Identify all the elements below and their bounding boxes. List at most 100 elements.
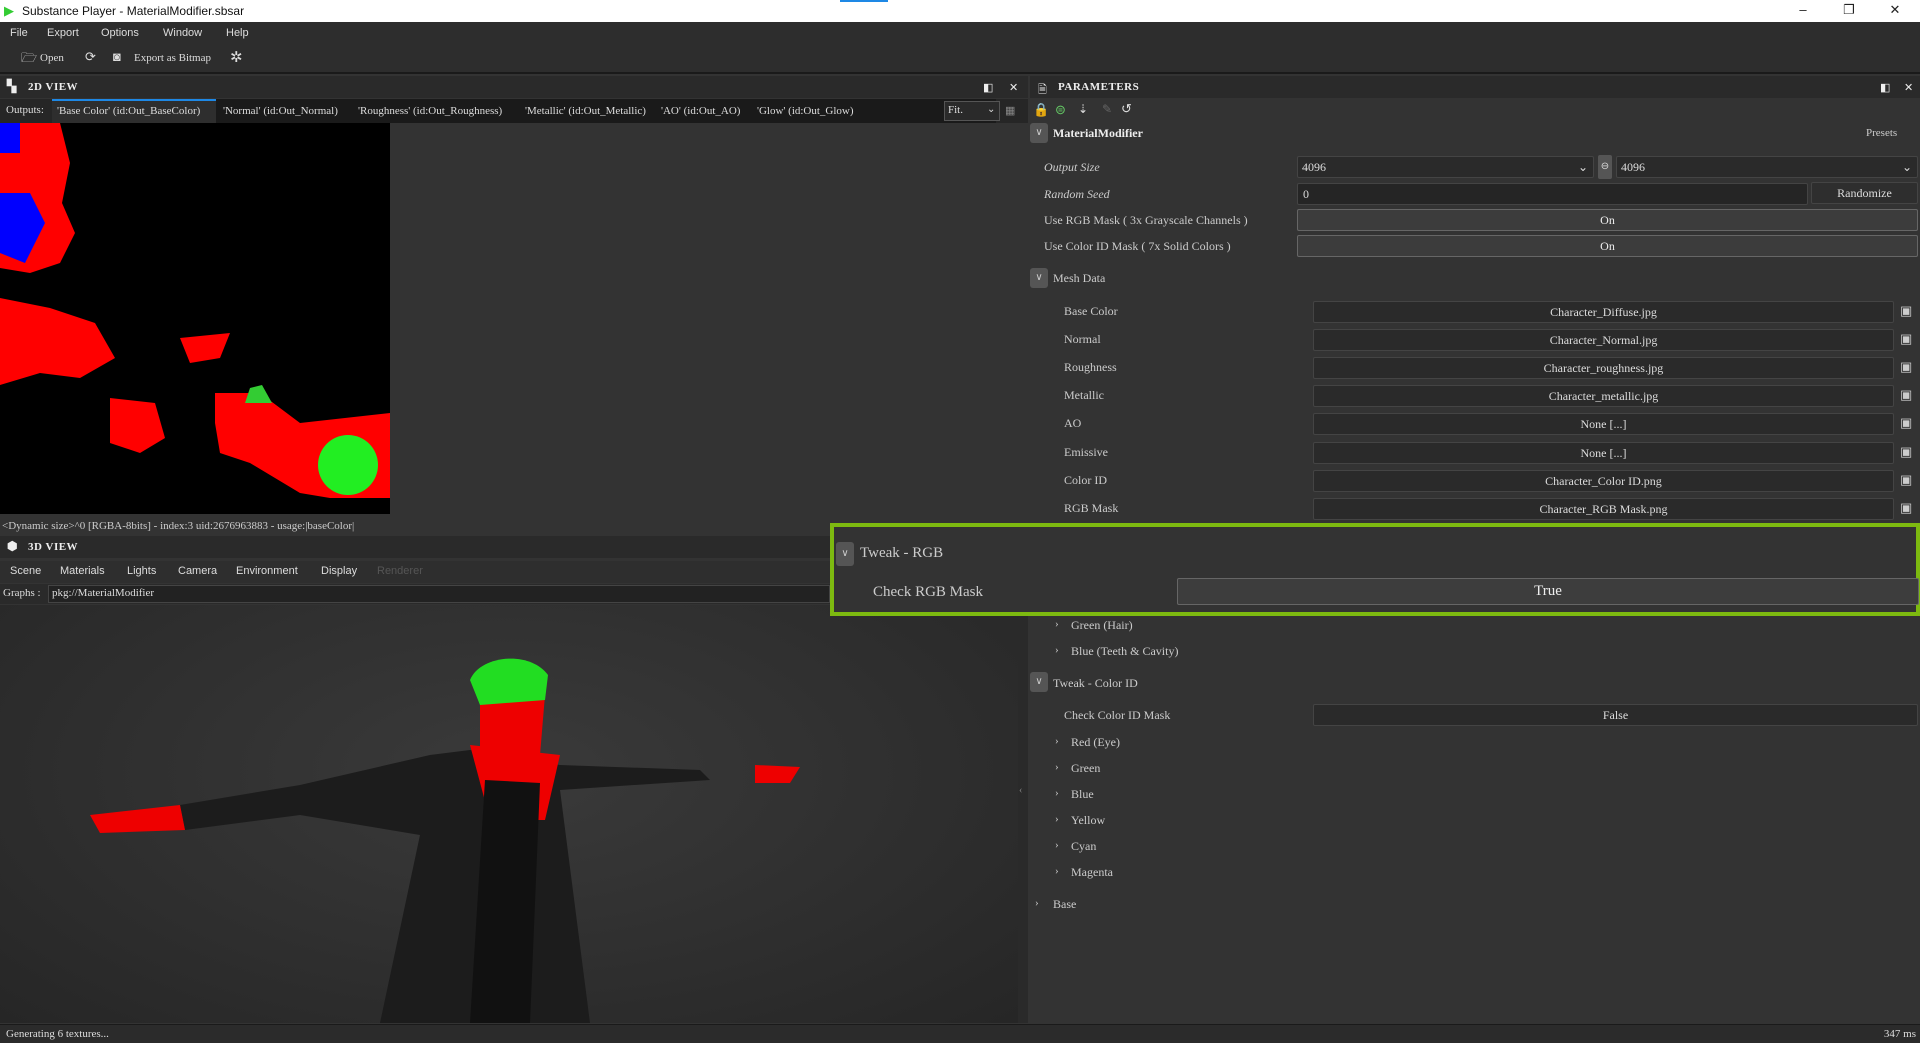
mesh-file-field[interactable]: Character_Normal.jpg [1313, 329, 1894, 352]
menu-lights[interactable]: Lights [127, 565, 156, 577]
check-colorid-toggle[interactable]: False [1313, 704, 1918, 726]
parameters-title: PARAMETERS [1058, 81, 1140, 93]
mesh-file-field[interactable]: Character_roughness.jpg [1313, 357, 1894, 380]
colorid-sub-item[interactable]: Blue [1071, 787, 1094, 802]
tab-metallic[interactable]: 'Metallic' (id:Out_Metallic) [525, 105, 646, 117]
colorid-sub-item[interactable]: Red (Eye) [1071, 735, 1120, 750]
close-panel-icon[interactable]: ✕ [1009, 81, 1019, 94]
tab-normal[interactable]: 'Normal' (id:Out_Normal) [223, 105, 338, 117]
minimize-button[interactable]: – [1788, 2, 1818, 17]
collapse-tweak-rgb-icon[interactable]: ∨ [836, 542, 854, 566]
menu-options[interactable]: Options [101, 27, 139, 39]
expand-icon[interactable]: › [1055, 735, 1059, 747]
close-panel-icon[interactable]: ✕ [1904, 81, 1914, 94]
view3d-viewport[interactable] [0, 605, 1018, 1023]
image-picker-icon[interactable]: ▣ [1900, 500, 1912, 516]
view3d-header: ⬢ 3D VIEW [0, 536, 830, 558]
expand-icon[interactable]: › [1055, 618, 1059, 630]
expand-icon[interactable]: › [1055, 644, 1059, 656]
reset-icon[interactable]: ↺ [1121, 101, 1132, 117]
base-group[interactable]: Base [1053, 897, 1076, 912]
outputs-label: Outputs: [6, 104, 44, 116]
use-colorid-toggle[interactable]: On [1297, 235, 1918, 257]
random-seed-input[interactable]: 0 [1297, 183, 1808, 205]
output-size-label: Output Size [1044, 160, 1100, 174]
link-icon[interactable]: ⊖ [1598, 155, 1612, 179]
menu-file[interactable]: File [10, 27, 28, 39]
tweak-rgb-sub-blue[interactable]: Blue (Teeth & Cavity) [1071, 644, 1178, 659]
view3d-menu: Scene Materials Lights Camera Environmen… [0, 561, 830, 583]
expand-icon[interactable]: › [1055, 761, 1059, 773]
check-rgb-toggle[interactable]: True [1177, 578, 1919, 605]
mesh-file-field[interactable]: Character_Color ID.png [1313, 469, 1894, 492]
menu-export[interactable]: Export [47, 27, 79, 39]
app-logo-icon: ▶ [4, 3, 14, 18]
camera-icon[interactable]: ◙ [113, 49, 121, 65]
mesh-file-field[interactable]: Character_metallic.jpg [1313, 385, 1894, 408]
root-title: MaterialModifier [1053, 126, 1143, 140]
title-bar: ▶ Substance Player - MaterialModifier.sb… [0, 0, 1920, 22]
menu-materials[interactable]: Materials [60, 565, 105, 577]
image-picker-icon[interactable]: ▣ [1900, 472, 1912, 488]
menu-environment[interactable]: Environment [236, 565, 298, 577]
tab-base-color[interactable]: 'Base Color' (id:Out_BaseColor) [52, 99, 216, 123]
pin-down-icon[interactable]: ⇣ [1078, 102, 1088, 117]
mesh-file-field[interactable]: None [...] [1313, 441, 1894, 464]
image-picker-icon[interactable]: ▣ [1900, 444, 1912, 460]
open-button[interactable]: Open [40, 52, 64, 64]
folder-icon[interactable]: 🗁 [21, 49, 37, 71]
colorid-sub-item[interactable]: Yellow [1071, 813, 1105, 828]
collapse-mesh-icon[interactable]: ∨ [1030, 268, 1048, 288]
menu-help[interactable]: Help [226, 27, 249, 39]
expand-icon[interactable]: › [1055, 787, 1059, 799]
colorid-sub-item[interactable]: Green [1071, 761, 1100, 776]
randomize-button[interactable]: Randomize [1811, 182, 1918, 204]
menu-scene[interactable]: Scene [10, 565, 41, 577]
menu-camera[interactable]: Camera [178, 565, 217, 577]
use-rgb-toggle[interactable]: On [1297, 209, 1918, 231]
collapse-tweak-colorid-icon[interactable]: ∨ [1030, 672, 1048, 692]
image-picker-icon[interactable]: ▣ [1900, 415, 1912, 431]
float-icon[interactable]: ◧ [983, 81, 994, 94]
image-picker-icon[interactable]: ▣ [1900, 331, 1912, 347]
zoom-select[interactable]: Fit. ⌄ [944, 101, 1000, 121]
image-picker-icon[interactable]: ▣ [1900, 303, 1912, 319]
export-bitmap-button[interactable]: Export as Bitmap [134, 52, 211, 64]
colorid-sub-item[interactable]: Cyan [1071, 839, 1096, 854]
collapse-root-icon[interactable]: ∨ [1030, 123, 1048, 143]
refresh-icon[interactable]: ⟳ [85, 49, 96, 65]
view-options-icon[interactable]: ▦ [1005, 104, 1015, 117]
lock-icon[interactable]: 🔒 [1033, 102, 1049, 118]
restore-button[interactable]: ❐ [1834, 2, 1864, 18]
expand-icon[interactable]: › [1035, 897, 1039, 909]
tab-ao[interactable]: 'AO' (id:Out_AO) [661, 105, 740, 117]
image-picker-icon[interactable]: ▣ [1900, 387, 1912, 403]
output-height-select[interactable]: 4096 ⌄ [1616, 156, 1918, 178]
expand-icon[interactable]: › [1055, 865, 1059, 877]
menu-window[interactable]: Window [163, 27, 202, 39]
mesh-file-field[interactable]: None [...] [1313, 413, 1894, 436]
image-picker-icon[interactable]: ▣ [1900, 359, 1912, 375]
expand-icon[interactable]: › [1055, 839, 1059, 851]
graph-select[interactable]: pkg://MaterialModifier [48, 585, 830, 603]
texture-info: <Dynamic size>^0 [RGBA-8bits] - index:3 … [2, 520, 355, 532]
tweak-colorid-title: Tweak - Color ID [1053, 676, 1138, 690]
lock-link-icon[interactable]: ⊜ [1055, 102, 1066, 118]
settings-icon[interactable]: ✲ [230, 48, 243, 67]
presets-button[interactable]: Presets [1866, 127, 1897, 139]
splitter-handle[interactable]: ‹ [1018, 605, 1028, 1023]
mesh-file-field[interactable]: Character_RGB Mask.png [1313, 497, 1894, 520]
colorid-sub-item[interactable]: Magenta [1071, 865, 1113, 880]
tab-roughness[interactable]: 'Roughness' (id:Out_Roughness) [358, 105, 502, 117]
view2d-canvas[interactable] [0, 123, 1028, 514]
mesh-file-field[interactable]: Character_Diffuse.jpg [1313, 301, 1894, 323]
menu-display[interactable]: Display [321, 565, 357, 577]
tweak-rgb-sub-green[interactable]: Green (Hair) [1071, 618, 1133, 633]
float-icon[interactable]: ◧ [1880, 81, 1891, 94]
pin-icon: ✎ [1102, 102, 1113, 116]
expand-icon[interactable]: › [1055, 813, 1059, 825]
character-model [90, 658, 800, 1023]
output-width-select[interactable]: 4096 ⌄ [1297, 156, 1594, 178]
close-button[interactable]: ✕ [1880, 2, 1910, 18]
tab-glow[interactable]: 'Glow' (id:Out_Glow) [757, 105, 854, 117]
